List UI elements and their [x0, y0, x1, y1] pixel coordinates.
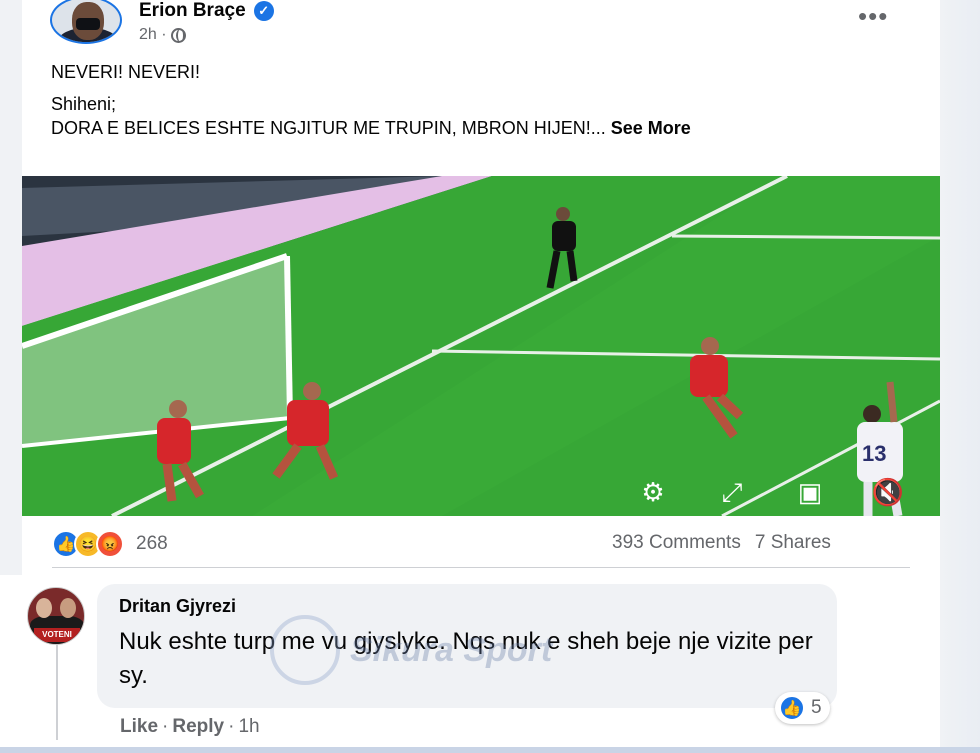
- thread-line: [56, 640, 58, 740]
- author-avatar[interactable]: [50, 0, 122, 44]
- commenter-avatar[interactable]: VOTENI: [27, 587, 85, 645]
- shares-count[interactable]: 7 Shares: [755, 532, 831, 554]
- comment-reaction-count: 5: [811, 697, 822, 718]
- video-controls: ⚙ ⤢ ▣ 🔇: [22, 176, 940, 516]
- separator: ·: [228, 716, 235, 737]
- post-meta: 2h ·: [139, 26, 186, 44]
- avatar-person-2: [60, 598, 76, 618]
- globe-icon: [170, 27, 186, 43]
- picture-in-picture-icon[interactable]: ▣: [792, 476, 828, 508]
- watermark-logo-icon: [270, 615, 340, 685]
- comment-reactions[interactable]: 👍 5: [775, 692, 830, 724]
- comments-count[interactable]: 393 Comments: [612, 532, 741, 554]
- reaction-count[interactable]: 268: [136, 533, 168, 555]
- post-text-line2: Shiheni;: [51, 94, 117, 114]
- angry-reaction-icon: 😡: [96, 530, 124, 558]
- comment-time[interactable]: 1h: [238, 716, 259, 738]
- engagement-stats: 393 Comments 7 Shares: [612, 532, 831, 554]
- post-card: Erion Braçe ✓ 2h · ••• NEVERI! NEVERI! S…: [22, 0, 940, 575]
- left-background-strip: [0, 0, 22, 575]
- author-name[interactable]: Erion Braçe: [139, 0, 246, 22]
- post-text-line1: NEVERI! NEVERI!: [51, 62, 201, 82]
- post-text-line3: DORA E BELICES ESHTE NGJITUR ME TRUPIN, …: [51, 118, 606, 138]
- post-author[interactable]: Erion Braçe ✓: [139, 0, 274, 22]
- fullscreen-icon[interactable]: ⤢: [714, 476, 750, 508]
- watermark: Sikura Sport: [270, 615, 552, 685]
- divider: [52, 567, 910, 568]
- comment-like-button[interactable]: Like: [120, 716, 158, 738]
- post-body: NEVERI! NEVERI! Shiheni; DORA E BELICES …: [51, 60, 911, 140]
- commenter-name[interactable]: Dritan Gjyrezi: [119, 596, 815, 617]
- comment-actions: Like · Reply · 1h: [120, 716, 260, 738]
- post-time[interactable]: 2h ·: [139, 26, 167, 44]
- comment-reply-button[interactable]: Reply: [172, 716, 224, 738]
- separator: ·: [162, 716, 169, 737]
- avatar-mask: [76, 18, 100, 30]
- avatar-person-1: [36, 598, 52, 618]
- watermark-text: Sikura Sport: [350, 630, 553, 669]
- right-scroll-area: [940, 0, 980, 753]
- bottom-bar: [0, 747, 980, 753]
- verified-badge-icon: ✓: [253, 1, 274, 21]
- settings-icon[interactable]: ⚙: [635, 476, 671, 508]
- see-more-link[interactable]: See More: [611, 118, 691, 138]
- like-reaction-icon: 👍: [779, 695, 805, 721]
- mute-icon[interactable]: 🔇: [870, 476, 906, 508]
- reactions-summary[interactable]: 👍 😆 😡 268: [52, 530, 168, 558]
- more-options-icon[interactable]: •••: [858, 3, 888, 29]
- video-player[interactable]: 13 ⚙ ⤢ ▣ 🔇: [22, 176, 940, 516]
- avatar-tag: VOTENI: [34, 628, 80, 642]
